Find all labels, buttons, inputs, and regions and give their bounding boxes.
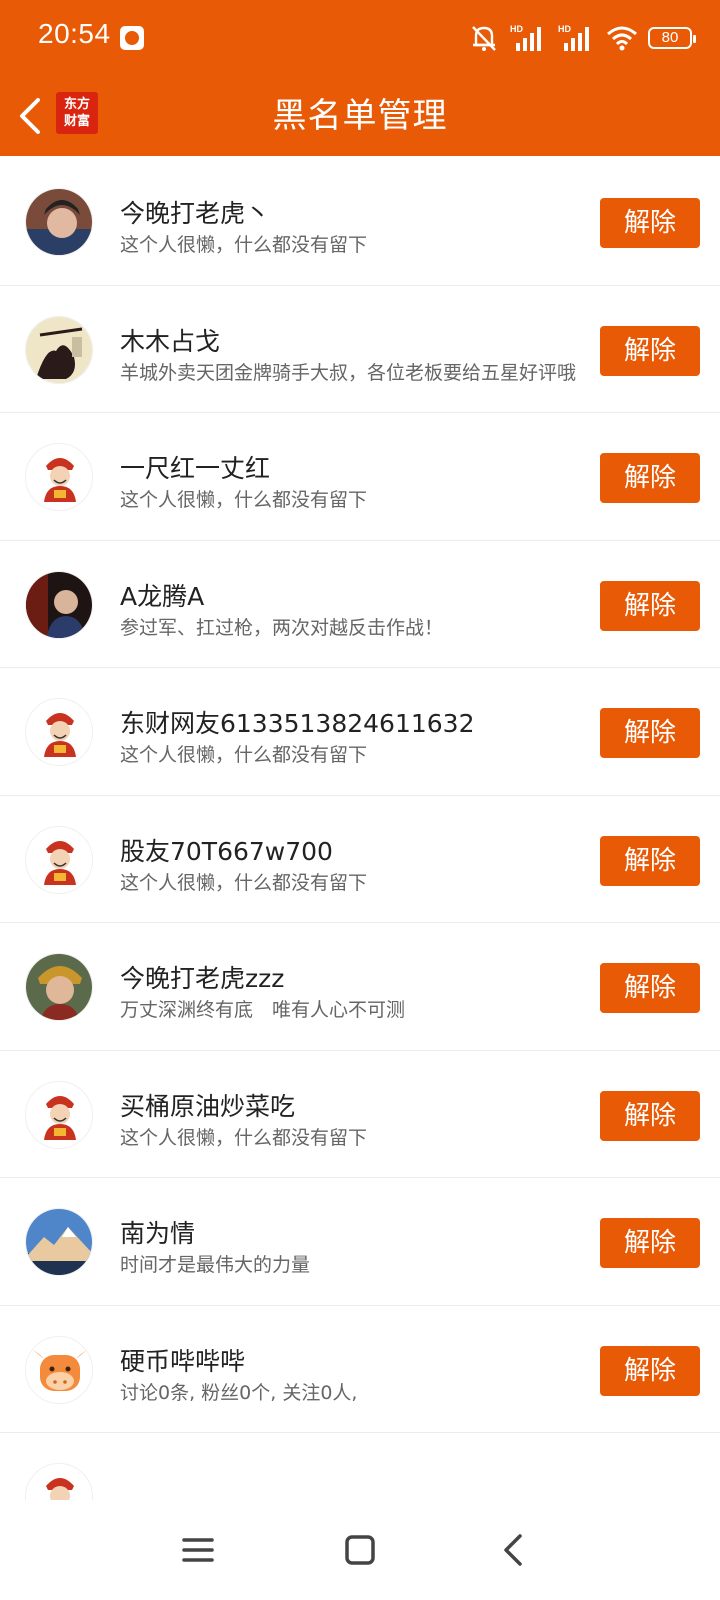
user-name: 南为情 — [120, 1219, 196, 1248]
list-item: 南为情 时间才是最伟大的力量 解除 — [0, 1178, 720, 1306]
user-name: 一尺红一丈红 — [120, 454, 271, 483]
svg-text:HD: HD — [510, 24, 523, 34]
user-bio: 这个人很懒，什么都没有留下 — [120, 744, 368, 766]
wifi-icon — [607, 26, 637, 51]
unblock-button[interactable]: 解除 — [600, 580, 700, 631]
chevron-left-icon — [20, 98, 40, 134]
list-item: A龙腾A 参过军、扛过枪，两次对越反击作战！ 解除 — [0, 541, 720, 668]
home-button[interactable] — [340, 1530, 380, 1570]
header-bar: 黑名单管理 东方 财富 — [0, 76, 720, 156]
unblock-button[interactable]: 解除 — [600, 963, 700, 1013]
unblock-button[interactable]: 解除 — [600, 325, 700, 376]
user-bio: 参过军、扛过枪，两次对越反击作战！ — [120, 616, 444, 639]
list-item: 今晚打老虎zzz 万丈深渊终有底 唯有人心不可测 解除 — [0, 923, 720, 1051]
signal-hd-icon: HD — [510, 24, 541, 51]
photo-person-icon[interactable] — [25, 953, 93, 1021]
list-item: 一尺红一丈红 这个人很懒，什么都没有留下 解除 — [0, 413, 720, 541]
app-logo: 东方 财富 — [56, 92, 98, 134]
unblock-button[interactable]: 解除 — [600, 453, 700, 503]
unblock-button[interactable]: 解除 — [600, 708, 700, 758]
blacklist: 今晚打老虎丶 这个人很懒，什么都没有留下 解除 木木占戈 羊城外卖天团金牌骑手大… — [0, 158, 720, 1500]
unblock-button[interactable]: 解除 — [600, 1090, 700, 1141]
user-name: 买桶原油炒菜吃 — [120, 1091, 296, 1121]
cow-icon[interactable] — [25, 1335, 93, 1404]
chevron-left-icon — [504, 1534, 522, 1566]
photo-person-icon[interactable] — [25, 188, 93, 256]
photo-dark-icon[interactable] — [25, 570, 93, 639]
user-name: 东财网友6133513824611632 — [120, 709, 475, 738]
menu-icon — [182, 1538, 214, 1562]
fortune-god-icon[interactable] — [25, 1463, 93, 1500]
user-name: A龙腾A — [120, 581, 205, 611]
user-bio: 这个人很懒，什么都没有留下 — [120, 489, 368, 511]
user-bio: 这个人很懒，什么都没有留下 — [120, 871, 368, 894]
user-name: 今晚打老虎丶 — [120, 199, 271, 228]
user-name: 股友70T667w700 — [120, 836, 333, 866]
page-title: 黑名单管理 — [272, 96, 448, 136]
list-item: 木木占戈 羊城外卖天团金牌骑手大叔，各位老板要给五星好评哦 解除 — [0, 286, 720, 413]
user-bio: 时间才是最伟大的力量 — [120, 1254, 311, 1276]
user-bio: 羊城外卖天团金牌骑手大叔，各位老板要给五星好评哦 — [120, 361, 577, 384]
photo-mountain-icon[interactable] — [25, 1208, 93, 1276]
list-item: 东财网友6133513824611632 这个人很懒，什么都没有留下 解除 — [0, 668, 720, 796]
back-button[interactable] — [14, 90, 54, 142]
fortune-god-icon[interactable] — [25, 443, 93, 511]
user-bio: 万丈深渊终有底 唯有人心不可测 — [120, 999, 406, 1021]
fortune-god-icon[interactable] — [25, 1080, 93, 1149]
unblock-button[interactable]: 解除 — [600, 1218, 700, 1268]
fortune-god-icon[interactable] — [25, 698, 93, 766]
battery-icon: 80 — [648, 27, 696, 49]
list-item: 买桶原油炒菜吃 这个人很懒，什么都没有留下 解除 — [0, 1051, 720, 1178]
unblock-button[interactable]: 解除 — [600, 198, 700, 248]
list-item: 股友70T667w700 这个人很懒，什么都没有留下 解除 — [0, 796, 720, 923]
unblock-button[interactable]: 解除 — [600, 835, 700, 886]
photo-ink-icon[interactable] — [25, 315, 93, 384]
app-notification-icon — [120, 26, 144, 50]
user-name: 硬币哔哔哔 — [120, 1346, 246, 1376]
user-name: 木木占戈 — [120, 326, 221, 356]
unblock-button[interactable]: 解除 — [600, 1345, 700, 1396]
list-item: 今晚打老虎丶 这个人很懒，什么都没有留下 解除 — [0, 158, 720, 286]
home-square-icon — [345, 1535, 375, 1565]
system-nav-bar — [0, 1500, 720, 1600]
status-icons: HD HD 80 — [468, 20, 696, 56]
user-bio: 这个人很懒，什么都没有留下 — [120, 234, 368, 256]
logo-line-2: 财富 — [63, 114, 90, 129]
menu-button[interactable] — [178, 1530, 218, 1570]
svg-text:HD: HD — [558, 24, 571, 34]
system-back-button[interactable] — [494, 1530, 534, 1570]
signal-hd-icon: HD — [558, 24, 589, 51]
mute-bell-icon — [472, 26, 496, 51]
status-bar: 20:54 HD HD 80 — [0, 0, 720, 76]
fortune-god-icon[interactable] — [25, 825, 93, 894]
list-item: 硬币哔哔哔 讨论0条, 粉丝0个, 关注0人, 解除 — [0, 1306, 720, 1433]
status-time: 20:54 — [38, 18, 111, 49]
logo-line-1: 东方 — [63, 97, 90, 112]
list-item — [0, 1433, 720, 1500]
user-name: 今晚打老虎zzz — [120, 964, 285, 993]
user-bio: 讨论0条, 粉丝0个, 关注0人, — [120, 1381, 358, 1404]
user-bio: 这个人很懒，什么都没有留下 — [120, 1126, 368, 1149]
